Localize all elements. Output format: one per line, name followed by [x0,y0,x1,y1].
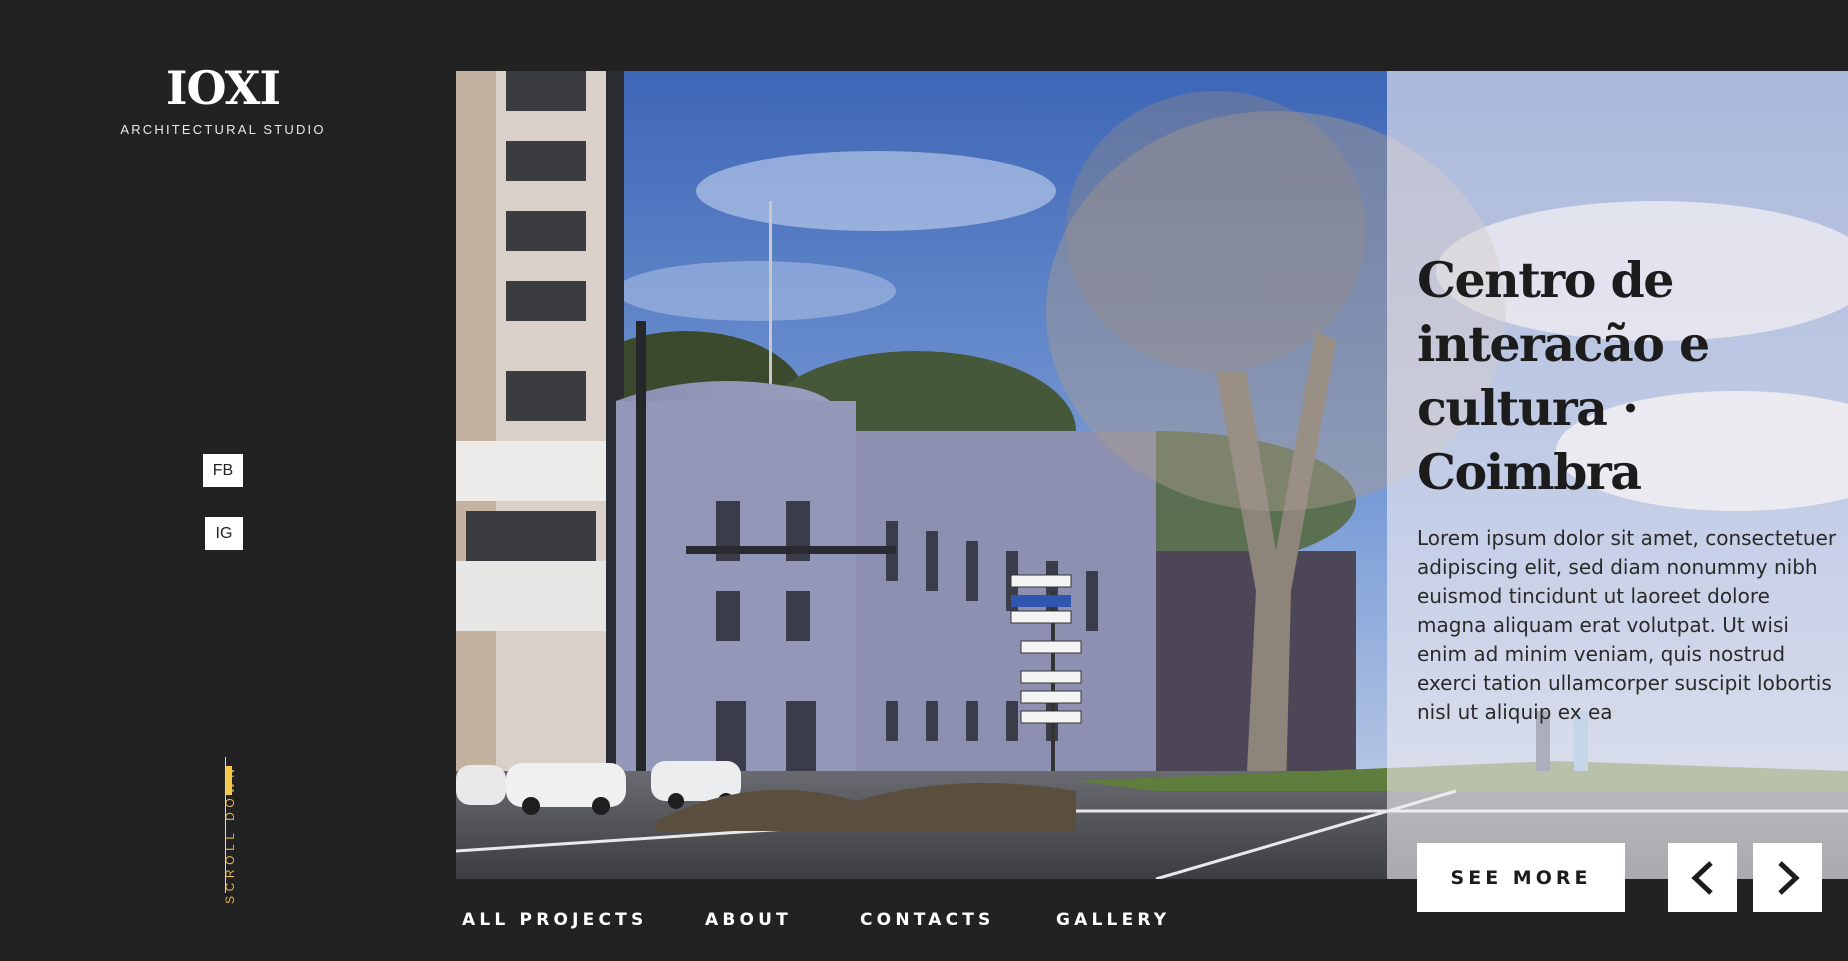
nav-all-projects[interactable]: ALL PROJECTS [462,910,647,932]
logo-subtitle: ARCHITECTURAL STUDIO [120,122,326,137]
chevron-right-icon [1777,860,1800,895]
previous-slide-button[interactable] [1668,843,1737,912]
project-description: Lorem ipsum dolor sit amet, consectetuer… [1417,526,1837,724]
nav-contacts[interactable]: CONTACTS [860,910,995,932]
chevron-left-icon [1690,860,1713,895]
nav-gallery[interactable]: GALLERY [1056,910,1170,932]
logo[interactable]: IOXI ARCHITECTURAL STUDIO [100,61,346,137]
facebook-link[interactable]: FB [203,454,243,487]
logo-mark: IOXI [166,61,281,115]
scroll-progress-indicator [226,766,232,795]
nav-about[interactable]: ABOUT [705,910,792,932]
see-more-button[interactable]: SEE MORE [1417,843,1625,912]
project-title: Centro de interacão e cultura · Coimbra [1417,251,1710,501]
instagram-link[interactable]: IG [205,517,243,550]
next-slide-button[interactable] [1753,843,1822,912]
